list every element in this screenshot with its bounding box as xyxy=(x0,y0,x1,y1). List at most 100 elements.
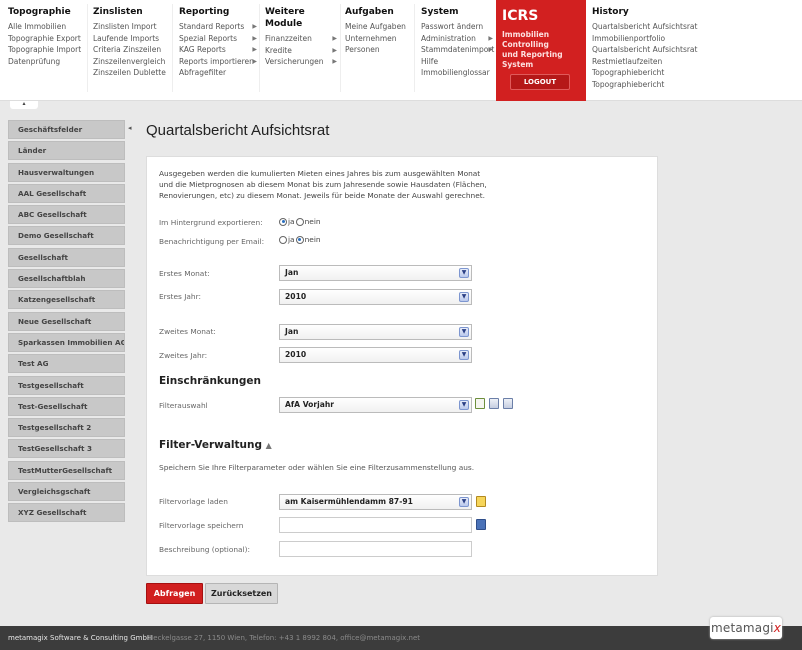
menu-item[interactable]: Zinszeilenvergleich xyxy=(93,56,176,68)
chevron-right-icon: ▶ xyxy=(252,46,257,53)
sidebar-item[interactable]: Test-Gesellschaft xyxy=(8,396,125,416)
select-value: Jan xyxy=(285,268,299,277)
sidebar-item[interactable]: Neue Gesellschaft xyxy=(8,311,125,331)
edit-filter-icon[interactable] xyxy=(489,398,499,409)
sidebar-item[interactable]: Demo Gesellschaft xyxy=(8,226,125,246)
menu-item[interactable]: Criteria Zinszeilen xyxy=(93,44,176,56)
sidebar-item[interactable]: Geschäftsfelder xyxy=(8,120,125,139)
brand-subtitle-line: und Reporting System xyxy=(502,50,563,69)
export-no-radio[interactable] xyxy=(295,217,304,226)
filter-select[interactable]: AfA Vorjahr ▼ xyxy=(279,397,472,413)
menu-item[interactable]: Abfragefilter xyxy=(179,67,257,79)
query-button[interactable]: Abfragen xyxy=(146,583,203,604)
add-filter-icon[interactable] xyxy=(475,398,485,409)
first-month-select[interactable]: Jan ▼ xyxy=(279,265,472,281)
sidebar-item[interactable]: XYZ Gesellschaft xyxy=(8,503,125,523)
history-item[interactable]: Restmietlaufzeiten xyxy=(592,56,707,68)
sidebar-item[interactable]: TestGesellschaft 3 xyxy=(8,439,125,459)
sidebar-item[interactable]: AAL Gesellschaft xyxy=(8,183,125,203)
menu-reporting: Reporting Standard Reports ▶ Spezial Repo… xyxy=(179,6,257,79)
save-template-input[interactable] xyxy=(279,517,472,533)
menu-item[interactable]: Zinszeilen Dublette xyxy=(93,67,176,79)
sidebar-collapse-icon[interactable]: ◂ xyxy=(128,124,132,132)
menu-item[interactable]: Finanzzeiten ▶ xyxy=(265,33,337,45)
menu-title[interactable]: Topographie xyxy=(8,6,91,18)
menu-item[interactable]: Versicherungen ▶ xyxy=(265,56,337,68)
second-month-select[interactable]: Jan ▼ xyxy=(279,324,472,340)
menu-item[interactable]: Spezial Reports ▶ xyxy=(179,33,257,45)
second-year-select[interactable]: 2010 ▼ xyxy=(279,347,472,363)
menu-zinslisten: Zinslisten Zinslisten Import Laufende Im… xyxy=(93,6,176,79)
menu-item[interactable]: Alle Immobilien xyxy=(8,21,91,33)
sidebar-item[interactable]: Vergleichsgschaft xyxy=(8,482,125,502)
menu-item[interactable]: Kredite ▶ xyxy=(265,45,337,57)
menu-item[interactable]: Zinslisten Import xyxy=(93,21,176,33)
save-disk-icon[interactable] xyxy=(476,519,486,530)
menu-title[interactable]: Aufgaben xyxy=(345,6,416,18)
sidebar-item[interactable]: Sparkassen Immobilien AG xyxy=(8,332,125,352)
top-navigation: Topographie Alle Immobilien Topographie … xyxy=(0,0,802,101)
logout-button[interactable]: LOGOUT xyxy=(510,74,570,90)
sidebar-item[interactable]: Gesellschaftblah xyxy=(8,269,125,289)
chevron-right-icon: ▶ xyxy=(332,58,337,65)
history-item[interactable]: Quartalsbericht Aufsichtsrat xyxy=(592,21,707,33)
menu-title[interactable]: Weitere Module xyxy=(265,6,337,30)
sidebar-item[interactable]: Hausverwaltungen xyxy=(8,162,125,182)
copy-filter-icon[interactable] xyxy=(503,398,513,409)
menu-item[interactable]: Unternehmen xyxy=(345,33,416,45)
menu-item[interactable]: Stammdatenimport ▶ xyxy=(421,44,494,56)
menu-divider xyxy=(414,4,415,92)
menu-item[interactable]: Immobilienglossar xyxy=(421,67,493,79)
description-input[interactable] xyxy=(279,541,472,557)
sidebar-item[interactable]: Testgesellschaft xyxy=(8,375,125,395)
radio-label: ja xyxy=(288,217,295,226)
menu-item[interactable]: Datenprüfung xyxy=(8,56,91,68)
menu-toggle-tab[interactable]: ▴ xyxy=(10,101,38,109)
menu-item[interactable]: Administration ▶ xyxy=(421,33,493,45)
reset-button[interactable]: Zurücksetzen xyxy=(205,583,278,604)
first-year-select[interactable]: 2010 ▼ xyxy=(279,289,472,305)
second-year-label: Zweites Jahr: xyxy=(159,351,208,360)
sidebar-item[interactable]: ABC Gesellschaft xyxy=(8,205,125,225)
history-item[interactable]: Immobilienportfolio xyxy=(592,33,707,45)
menu-title[interactable]: Zinslisten xyxy=(93,6,176,18)
menu-title[interactable]: History xyxy=(592,6,707,18)
menu-item[interactable]: Reports importieren ▶ xyxy=(179,56,257,68)
history-item[interactable]: Topographiebericht xyxy=(592,79,707,91)
menu-item[interactable]: Meine Aufgaben xyxy=(345,21,416,33)
load-folder-icon[interactable] xyxy=(476,496,486,507)
menu-item-label: Versicherungen xyxy=(265,57,324,66)
chevron-down-icon: ▼ xyxy=(459,292,469,302)
notify-yes-radio[interactable] xyxy=(279,235,287,244)
export-yes-radio[interactable] xyxy=(279,217,287,226)
menu-item[interactable]: Laufende Imports xyxy=(93,33,176,45)
radio-label: nein xyxy=(304,235,321,244)
sidebar-item[interactable]: Testgesellschaft 2 xyxy=(8,418,125,438)
description-label: Beschreibung (optional): xyxy=(159,545,251,554)
history-item[interactable]: Quartalsbericht Aufsichtsrat xyxy=(592,44,707,56)
menu-history: History Quartalsbericht Aufsichtsrat Imm… xyxy=(592,6,707,90)
collapse-arrow-icon[interactable]: ▲ xyxy=(266,441,272,450)
chevron-right-icon: ▶ xyxy=(488,46,493,53)
sidebar-item[interactable]: TestMutterGesellschaft xyxy=(8,460,125,480)
filter-select-label: Filterauswahl xyxy=(159,401,208,410)
menu-item[interactable]: Passwort ändern xyxy=(421,21,493,33)
menu-title[interactable]: System xyxy=(421,6,493,18)
sidebar-item[interactable]: Länder xyxy=(8,141,125,161)
menu-weitere-module: Weitere Module Finanzzeiten ▶ Kredite ▶ Ve… xyxy=(265,6,337,68)
menu-item[interactable]: Topographie Import xyxy=(8,44,91,56)
menu-item[interactable]: Hilfe xyxy=(421,56,493,68)
load-template-select[interactable]: am Kaisermühlendamm 87-91 ▼ xyxy=(279,494,472,510)
menu-item-label: Reports importieren xyxy=(179,56,254,66)
sidebar-item[interactable]: Katzengesellschaft xyxy=(8,290,125,310)
chevron-right-icon: ▶ xyxy=(252,57,257,65)
menu-item[interactable]: Personen xyxy=(345,44,416,56)
history-item[interactable]: Topographiebericht xyxy=(592,67,707,79)
notify-no-radio[interactable] xyxy=(295,235,304,244)
menu-item[interactable]: KAG Reports ▶ xyxy=(179,44,257,56)
menu-item[interactable]: Standard Reports ▶ xyxy=(179,21,257,33)
menu-title[interactable]: Reporting xyxy=(179,6,257,18)
menu-item[interactable]: Topographie Export xyxy=(8,33,91,45)
sidebar-item[interactable]: Gesellschaft xyxy=(8,247,125,267)
sidebar-item[interactable]: Test AG xyxy=(8,354,125,374)
